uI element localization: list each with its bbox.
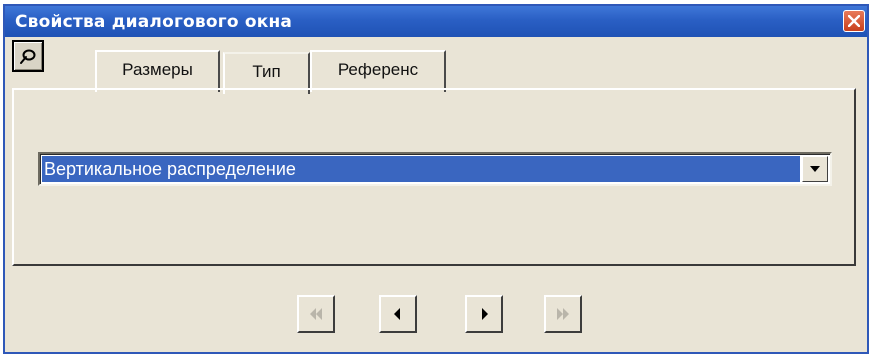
tab-label: Референс — [337, 60, 419, 79]
first-record-button[interactable] — [297, 295, 335, 333]
pin-button[interactable] — [12, 40, 44, 72]
last-record-icon — [557, 308, 569, 320]
previous-record-button[interactable] — [379, 295, 417, 333]
window-title: Свойства диалогового окна — [15, 12, 293, 32]
close-button[interactable] — [843, 10, 865, 32]
dropdown-button[interactable] — [802, 156, 828, 182]
type-select[interactable]: Вертикальное распределение — [38, 152, 832, 186]
tab-label: Тип — [252, 62, 281, 81]
close-icon — [848, 15, 860, 27]
title-bar[interactable]: Свойства диалогового окна — [5, 6, 867, 37]
next-record-icon — [482, 308, 488, 320]
last-record-button[interactable] — [544, 295, 582, 333]
tab-label: Размеры — [122, 60, 193, 79]
pin-icon — [20, 49, 36, 64]
type-select-value: Вертикальное распределение — [42, 156, 800, 182]
previous-record-icon — [394, 308, 400, 320]
next-record-button[interactable] — [465, 295, 503, 333]
first-record-icon — [310, 308, 322, 320]
tab-sizes[interactable]: Размеры — [95, 50, 220, 92]
chevron-down-icon — [810, 166, 820, 172]
tab-reference[interactable]: Референс — [310, 50, 446, 92]
